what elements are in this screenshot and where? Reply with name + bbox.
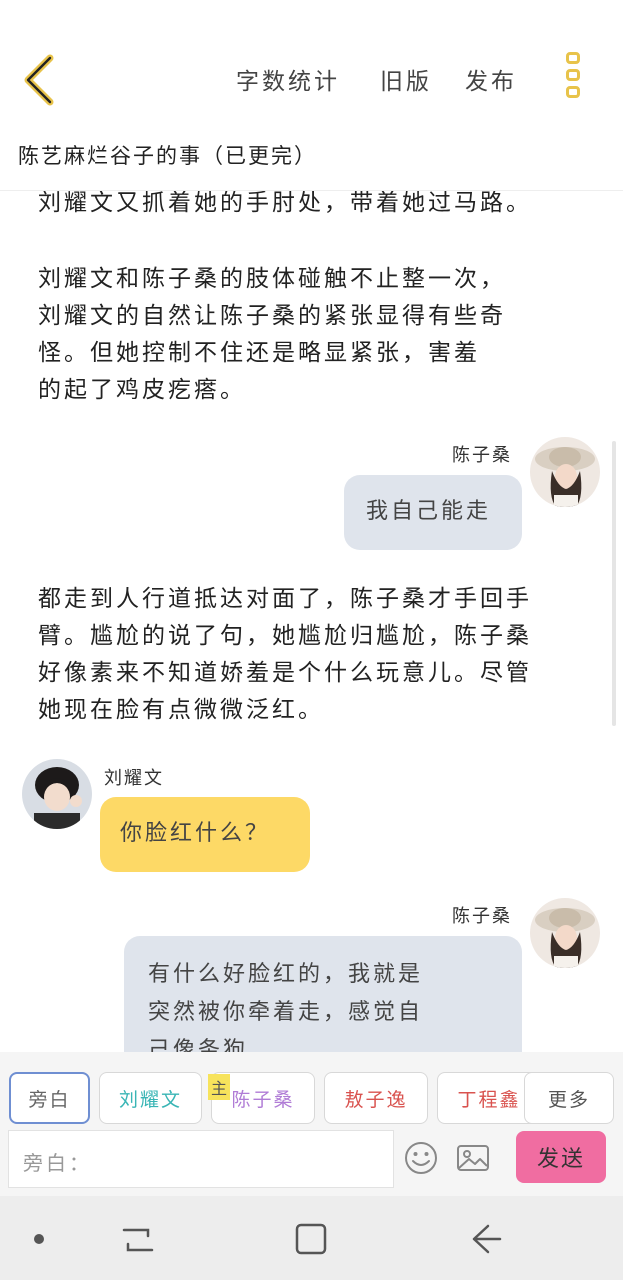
speaker-name: 刘耀文 xyxy=(104,768,164,789)
publish-button[interactable]: 发布 xyxy=(465,62,517,96)
character-selector: 旁白 刘耀文 陈子桑 敖子逸 丁程鑫 更多 xyxy=(0,1052,623,1126)
avatar-chen-zisang[interactable] xyxy=(530,898,600,968)
narration-paragraph[interactable]: 刘耀文又抓着她的手肘处，带着她过马路。 xyxy=(38,191,598,222)
editor-screen: 字数统计 旧版 发布 陈艺麻烂谷子的事（已更完） 刘耀文又抓着她的手肘处，带着她… xyxy=(0,0,623,1280)
more-menu-icon[interactable] xyxy=(562,52,584,106)
dot-indicator-icon xyxy=(34,1234,44,1244)
chip-ao-ziyi[interactable]: 敖子逸 xyxy=(324,1072,428,1124)
main-character-badge: 主 xyxy=(208,1074,230,1100)
avatar-liu-yaowen[interactable] xyxy=(22,759,92,829)
narration-paragraph[interactable]: 刘耀文和陈子桑的肢体碰触不止整一次， 刘耀文的自然让陈子桑的紧张显得有些奇 怪。… xyxy=(38,261,598,409)
chat-bubble-chen-zisang[interactable]: 我自己能走 xyxy=(344,475,522,550)
back-arrow-icon[interactable] xyxy=(18,52,62,108)
speaker-name: 陈子桑 xyxy=(452,445,512,466)
send-button[interactable]: 发送 xyxy=(516,1131,606,1183)
chat-bubble-liu-yaowen[interactable]: 你脸红什么？ xyxy=(100,797,310,872)
input-bar: 旁白： 发送 xyxy=(0,1126,623,1196)
home-icon[interactable] xyxy=(294,1222,328,1256)
chip-narrator[interactable]: 旁白 xyxy=(9,1072,90,1124)
chip-label: 敖子逸 xyxy=(344,1088,408,1111)
chip-label: 丁程鑫 xyxy=(457,1088,521,1111)
scrollbar[interactable] xyxy=(612,441,616,726)
emoji-icon[interactable] xyxy=(403,1140,439,1176)
chip-liu-yaowen[interactable]: 刘耀文 xyxy=(99,1072,202,1124)
chip-label: 陈子桑 xyxy=(231,1088,295,1111)
chip-label: 更多 xyxy=(547,1088,590,1111)
word-count-button[interactable]: 字数统计 xyxy=(236,62,340,96)
story-title: 陈艺麻烂谷子的事（已更完） xyxy=(18,144,317,168)
top-bar: 字数统计 旧版 发布 xyxy=(0,0,623,130)
chip-label: 刘耀文 xyxy=(118,1088,182,1111)
story-content[interactable]: 刘耀文又抓着她的手肘处，带着她过马路。 刘耀文和陈子桑的肢体碰触不止整一次， 刘… xyxy=(0,191,623,1052)
system-nav-bar xyxy=(0,1196,623,1280)
avatar-chen-zisang[interactable] xyxy=(530,437,600,507)
chip-more[interactable]: 更多 xyxy=(524,1072,614,1124)
chip-label: 旁白 xyxy=(28,1088,71,1111)
chat-bubble-chen-zisang[interactable]: 有什么好脸红的，我就是 突然被你牵着走，感觉自 己像条狗 xyxy=(124,936,522,1052)
message-input[interactable]: 旁白： xyxy=(8,1130,394,1188)
recent-apps-icon[interactable] xyxy=(120,1224,156,1256)
speaker-name: 陈子桑 xyxy=(452,906,512,927)
image-icon[interactable] xyxy=(455,1140,491,1176)
old-version-button[interactable]: 旧版 xyxy=(380,62,432,96)
back-icon[interactable] xyxy=(468,1222,504,1256)
narration-paragraph[interactable]: 都走到人行道抵达对面了，陈子桑才手回手 臂。尴尬的说了句，她尴尬归尴尬，陈子桑 … xyxy=(38,581,598,729)
